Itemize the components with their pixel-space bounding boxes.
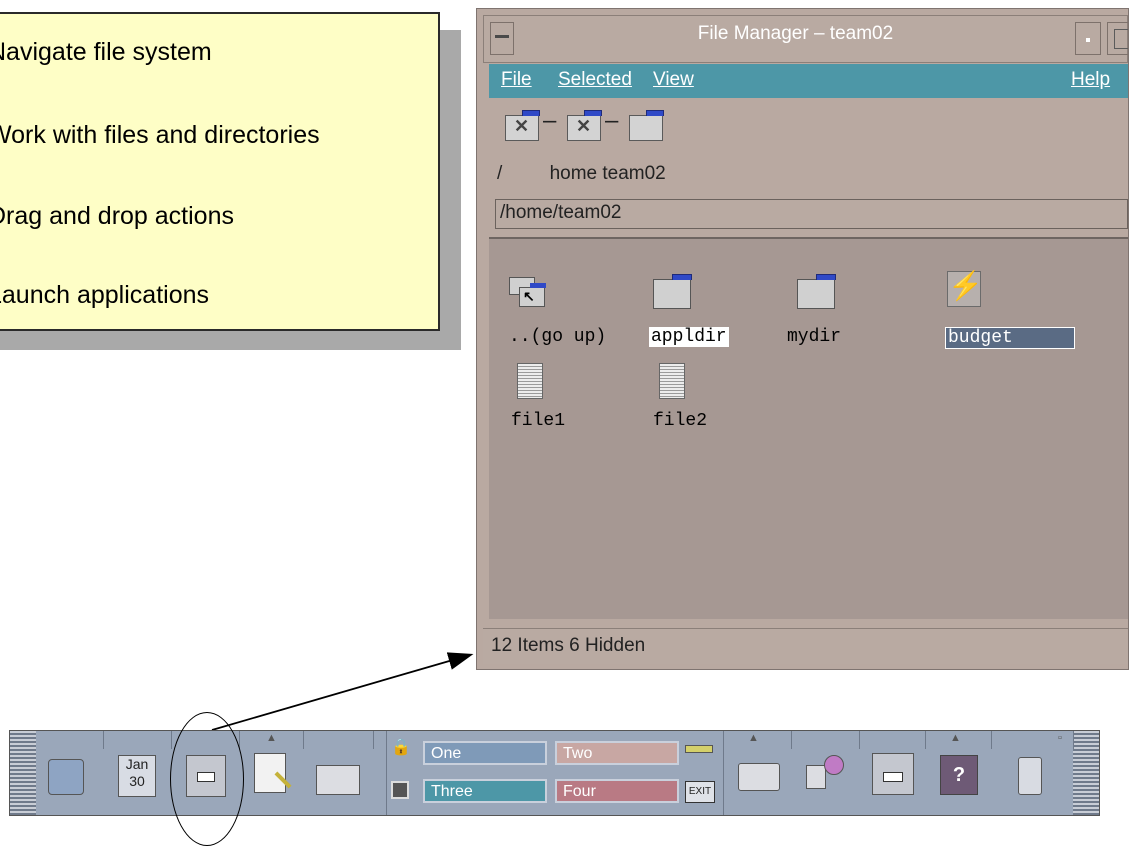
callout-item: Launch applications [0,281,209,309]
path-separator-icon: – [605,107,619,134]
window-titlebar[interactable]: File Manager – team02 [483,15,1128,63]
folder-icon [797,274,836,309]
file-item-label: file2 [653,411,708,431]
workspace-switch: 🔒 One Two Three Four EXIT [386,731,724,815]
panel-left-handle[interactable] [10,731,36,815]
menu-view[interactable]: View [653,69,694,91]
file-item-label: file1 [511,411,566,431]
menu-bar: File Selected View Help [489,64,1128,98]
clock-icon[interactable] [48,759,84,795]
document-icon [517,363,543,399]
root-folder-icon[interactable]: ✕ [505,110,540,141]
window-menu-button[interactable] [490,22,514,55]
lightning-icon: ⚡ [947,271,983,307]
subpanel-arrow-icon: ▲ [266,732,277,744]
menu-file-label: File [501,69,532,90]
panel-subpanel-tab[interactable] [792,731,860,749]
file-view: ↖ ..(go up) appldir mydir ⚡ budget file1… [489,237,1128,619]
panel-subpanel-tab[interactable] [104,731,172,749]
file-item-label: appldir [649,327,729,347]
go-up-folder-icon: ↖ [509,273,547,309]
calendar-month: Jan [125,756,149,772]
file-item-label: ..(go up) [509,327,607,347]
panel-subpanel-tab[interactable]: ▲ [722,731,792,749]
panel-subpanel-tab[interactable] [36,731,104,749]
menu-selected-label: Selected [558,69,632,90]
lock-icon[interactable]: 🔒 [391,737,411,757]
calendar-icon[interactable]: Jan 30 [118,755,156,797]
subpanel-arrow-icon: ▫ [1058,732,1062,744]
status-text: 12 Items 6 Hidden [491,635,646,656]
panel-subpanel-tab[interactable]: ▫ [992,731,1074,749]
window-title: File Manager – team02 [697,23,894,44]
workspace-three[interactable]: Three [423,779,547,803]
path-input[interactable]: /home/team02 [495,199,1128,229]
path-labels: / home team02 [497,163,666,185]
home-folder-icon[interactable]: ✕ [567,110,602,141]
style-manager-icon[interactable] [806,755,846,795]
panel-subpanel-tab[interactable]: ▲ [240,731,304,749]
document-icon [659,363,685,399]
panel-right-handle[interactable] [1073,731,1099,815]
trash-icon[interactable] [1018,757,1042,795]
text-editor-icon[interactable] [254,753,292,793]
feature-callout: Navigate file system Work with files and… [0,12,440,331]
path-label-team: team02 [602,163,666,184]
workspace-one[interactable]: One [423,741,547,765]
subpanel-arrow-icon: ▲ [950,732,961,744]
workspace-four[interactable]: Four [555,779,679,803]
help-manager-icon[interactable]: ? [940,755,978,795]
panel-subpanel-tab[interactable] [304,731,374,749]
menu-help-label: Help [1071,69,1111,90]
callout-item: Navigate file system [0,38,212,66]
panel-subpanel-tab[interactable]: ▲ [926,731,992,749]
path-label-root: / [497,163,503,184]
minimize-button[interactable] [1075,22,1101,55]
mail-icon[interactable] [316,765,360,795]
exit-button[interactable]: EXIT [685,781,715,803]
path-label-home: home [549,163,598,184]
file-manager-window: File Manager – team02 File Selected View… [476,8,1129,670]
team-folder-icon[interactable] [629,110,664,141]
menu-selected[interactable]: Selected [558,69,632,91]
menu-file[interactable]: File [501,69,532,91]
application-manager-icon[interactable] [872,753,914,795]
screen-saver-icon[interactable] [391,781,409,799]
callout-item: Work with files and directories [0,121,320,149]
menu-help[interactable]: Help [1071,69,1110,91]
calendar-day: 30 [129,773,145,789]
rename-field[interactable]: budget [945,327,1075,349]
callout-item: Drag and drop actions [0,202,234,230]
folder-icon [653,274,692,309]
status-bar: 12 Items 6 Hidden [483,628,1128,664]
workspace-two[interactable]: Two [555,741,679,765]
maximize-button[interactable] [1107,22,1128,55]
printer-icon[interactable] [738,763,780,791]
path-separator-icon: – [543,107,557,134]
busy-light-icon [685,745,713,753]
subpanel-arrow-icon: ▲ [748,732,759,744]
panel-subpanel-tab[interactable] [860,731,926,749]
file-item-label: mydir [787,327,842,347]
menu-view-label: View [653,69,694,90]
